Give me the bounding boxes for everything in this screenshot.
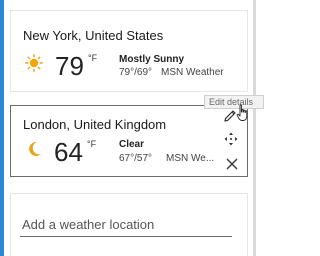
location-name: London, United Kingdom xyxy=(23,117,167,132)
condition-text: Clear xyxy=(119,139,145,150)
add-location-input[interactable] xyxy=(20,213,232,237)
temperature-value: 64 xyxy=(54,137,83,167)
source-label: MSN Weather xyxy=(161,67,224,78)
condition-text: Mostly Sunny xyxy=(119,54,185,65)
accent-strip xyxy=(0,0,4,256)
location-name: New York, United States xyxy=(23,28,164,43)
moon-icon xyxy=(29,141,41,156)
close-icon[interactable] xyxy=(224,156,240,172)
source-label: MSN We... xyxy=(166,153,214,164)
hand-cursor-icon xyxy=(236,104,248,121)
scrollbar[interactable] xyxy=(253,0,256,256)
move-icon[interactable] xyxy=(223,131,239,147)
tooltip: Edit details xyxy=(204,95,264,109)
high-low-range: 79°/69° xyxy=(119,67,153,78)
temperature-value: 79 xyxy=(55,51,84,81)
weather-card-new-york[interactable]: New York, United States 79 °F Mostly Sun… xyxy=(10,10,248,92)
temperature-unit: °F xyxy=(87,139,97,149)
temperature-unit: °F xyxy=(88,53,98,63)
sun-icon xyxy=(25,54,43,72)
weather-card-london[interactable]: London, United Kingdom 64 °F Clear 67°/5… xyxy=(10,105,248,177)
high-low-range: 67°/57° xyxy=(119,153,153,164)
weather-panel: New York, United States 79 °F Mostly Sun… xyxy=(0,0,264,256)
